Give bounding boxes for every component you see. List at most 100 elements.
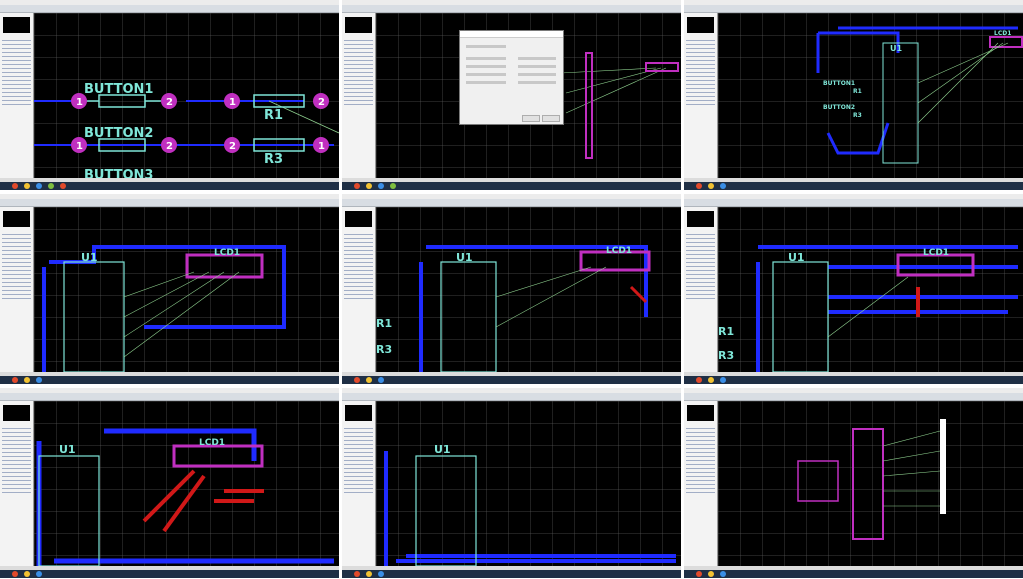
svg-text:1: 1 [76, 141, 83, 152]
side-panel[interactable] [342, 401, 376, 566]
cancel-button[interactable] [542, 115, 560, 122]
component-list[interactable] [2, 231, 31, 301]
pcb-canvas[interactable] [718, 401, 1023, 566]
toolbar[interactable] [0, 393, 339, 401]
dialog-field[interactable] [518, 65, 556, 68]
label-lcd1: LCD1 [923, 248, 949, 258]
tile-7-drawing: U1 LCD1 [36, 428, 334, 566]
svg-text:2: 2 [166, 97, 173, 108]
preview-thumbnail [687, 211, 714, 227]
toolbar[interactable] [0, 5, 339, 13]
svg-text:1: 1 [76, 97, 83, 108]
taskbar[interactable] [0, 182, 339, 190]
tile-6: U1 LCD1 R1 R3 [684, 194, 1023, 384]
screenshot-collage: BUTTON1 1 2 1 2 R1 BUTTON2 1 2 2 1 R3 BU… [0, 0, 1023, 579]
tile-6-drawing: U1 LCD1 R1 R3 [718, 245, 1018, 372]
side-panel[interactable] [0, 13, 34, 178]
pcb-canvas[interactable]: U1 LCD1 BUTTON1 BUTTON2 R1 R3 [718, 13, 1023, 178]
options-dialog[interactable] [459, 30, 564, 125]
taskbar[interactable] [342, 570, 681, 578]
side-panel[interactable] [342, 13, 376, 178]
tile-5: U1 LCD1 R1 R3 [342, 194, 681, 384]
dialog-field[interactable] [466, 45, 506, 48]
component-list[interactable] [2, 37, 31, 107]
taskbar[interactable] [0, 376, 339, 384]
preview-thumbnail [687, 17, 714, 33]
dialog-field[interactable] [466, 57, 506, 60]
side-panel[interactable] [0, 207, 34, 372]
tile-7: U1 LCD1 [0, 388, 339, 578]
component-list[interactable] [344, 37, 373, 107]
label-u1: U1 [890, 44, 902, 53]
svg-text:2: 2 [166, 141, 173, 152]
svg-text:2: 2 [318, 97, 325, 108]
dialog-title-bar[interactable] [460, 31, 563, 38]
svg-text:1: 1 [318, 141, 325, 152]
taskbar[interactable] [684, 182, 1023, 190]
toolbar[interactable] [342, 199, 681, 207]
pcb-canvas[interactable]: U1 LCD1 R1 R3 [718, 207, 1023, 372]
component-list[interactable] [686, 37, 715, 107]
label-button2: BUTTON2 [823, 104, 855, 111]
pcb-canvas[interactable]: U1 LCD1 R1 R3 [376, 207, 681, 372]
tile-5-drawing: U1 LCD1 R1 R3 [376, 245, 651, 372]
preview-thumbnail [3, 405, 30, 421]
preview-thumbnail [345, 405, 372, 421]
pcb-canvas[interactable]: BUTTON1 1 2 1 2 R1 BUTTON2 1 2 2 1 R3 BU… [34, 13, 339, 178]
dialog-field[interactable] [518, 73, 556, 76]
tile-3: U1 LCD1 BUTTON1 BUTTON2 R1 R3 [684, 0, 1023, 190]
toolbar[interactable] [684, 199, 1023, 207]
label-lcd1: LCD1 [994, 30, 1011, 37]
label-lcd1: LCD1 [214, 248, 240, 258]
tile-1-drawing: BUTTON1 1 2 1 2 R1 BUTTON2 1 2 2 1 R3 BU… [34, 82, 339, 178]
dialog-field[interactable] [518, 57, 556, 60]
tile-3-drawing: U1 LCD1 BUTTON1 BUTTON2 R1 R3 [816, 26, 1023, 164]
label-u1: U1 [456, 251, 473, 264]
component-list[interactable] [686, 425, 715, 495]
label-r3: R3 [853, 112, 862, 119]
toolbar[interactable] [684, 5, 1023, 13]
taskbar[interactable] [0, 570, 339, 578]
toolbar[interactable] [342, 393, 681, 401]
tile-4: U1 LCD1 [0, 194, 339, 384]
side-panel[interactable] [684, 207, 718, 372]
label-r1: R1 [264, 108, 283, 123]
preview-thumbnail [345, 211, 372, 227]
preview-thumbnail [3, 17, 30, 33]
label-button3: BUTTON3 [84, 168, 153, 178]
side-panel[interactable] [0, 401, 34, 566]
label-r1: R1 [376, 317, 392, 330]
tile-9-drawing [797, 419, 946, 540]
pcb-canvas[interactable]: U1 LCD1 [34, 401, 339, 566]
preview-thumbnail [345, 17, 372, 33]
label-r1: R1 [853, 88, 862, 95]
svg-text:2: 2 [229, 141, 236, 152]
label-r1: R1 [718, 325, 734, 338]
dialog-field[interactable] [466, 81, 506, 84]
taskbar[interactable] [342, 182, 681, 190]
tile-1: BUTTON1 1 2 1 2 R1 BUTTON2 1 2 2 1 R3 BU… [0, 0, 339, 190]
toolbar[interactable] [342, 5, 681, 13]
toolbar[interactable] [684, 393, 1023, 401]
side-panel[interactable] [342, 207, 376, 372]
dialog-field[interactable] [518, 81, 556, 84]
pcb-canvas[interactable]: U1 LCD1 [34, 207, 339, 372]
pcb-canvas[interactable]: U1 [376, 401, 681, 566]
taskbar[interactable] [342, 376, 681, 384]
side-panel[interactable] [684, 13, 718, 178]
side-panel[interactable] [684, 401, 718, 566]
taskbar[interactable] [684, 570, 1023, 578]
component-list[interactable] [686, 231, 715, 301]
dialog-field[interactable] [466, 73, 506, 76]
label-u1: U1 [81, 251, 98, 264]
component-list[interactable] [2, 425, 31, 495]
ok-button[interactable] [522, 115, 540, 122]
label-r3: R3 [376, 343, 392, 356]
toolbar[interactable] [0, 199, 339, 207]
component-list[interactable] [344, 231, 373, 301]
label-u1: U1 [788, 251, 805, 264]
component-list[interactable] [344, 425, 373, 495]
taskbar[interactable] [684, 376, 1023, 384]
preview-thumbnail [3, 211, 30, 227]
dialog-field[interactable] [466, 65, 506, 68]
